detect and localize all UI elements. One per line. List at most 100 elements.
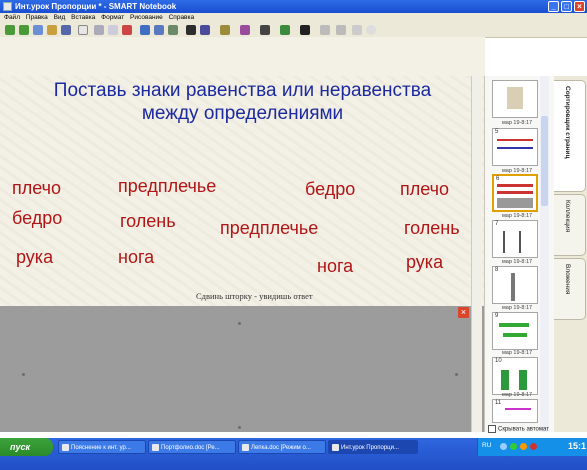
page-thumbnail[interactable]: 5 — [492, 128, 538, 166]
properties-icon[interactable] — [336, 25, 346, 35]
word-golen[interactable]: голень — [120, 211, 176, 231]
smart-notebook-app-icon — [3, 2, 12, 11]
start-button[interactable]: пуск — [0, 438, 53, 456]
volume-icon[interactable] — [530, 443, 537, 450]
fill-tool-icon[interactable] — [320, 25, 330, 35]
word-plecho[interactable]: плечо — [400, 179, 449, 199]
thumbnail-date: мар 19-8:17 — [502, 392, 533, 398]
start-label: пуск — [10, 442, 31, 452]
menu-format[interactable]: Формат — [101, 14, 124, 21]
creative-pen-icon[interactable] — [220, 25, 230, 35]
full-screen-icon[interactable] — [154, 25, 164, 35]
toolbar — [0, 23, 587, 38]
word-ruka[interactable]: рука — [406, 252, 443, 272]
minimize-button[interactable]: _ — [548, 1, 559, 12]
smart-board-icon[interactable] — [520, 443, 527, 450]
taskbar-item-active[interactable]: Инт.урок Пропорци... — [328, 440, 418, 454]
thumbnail-date: мар 19-8:17 — [502, 350, 533, 356]
shade-handle-left[interactable] — [22, 373, 25, 376]
menu-draw[interactable]: Рисование — [130, 14, 163, 21]
shade-close-button[interactable]: × — [458, 307, 469, 318]
menu-file[interactable]: Файл — [4, 14, 20, 21]
page-thumbnail[interactable]: 7 — [492, 220, 538, 258]
autohide-label: Скрывать автомат — [498, 426, 549, 433]
word-predplechye[interactable]: предплечье — [118, 176, 216, 196]
close-button[interactable]: × — [574, 1, 585, 12]
shade-handle-top[interactable] — [238, 322, 241, 325]
word-bedro[interactable]: бедро — [305, 179, 355, 199]
page-thumbnail[interactable]: 9 — [492, 312, 538, 350]
window-titlebar: Инт.урок Пропорции * - SMART Notebook _ … — [0, 0, 587, 13]
canvas-scrollbar[interactable] — [471, 76, 482, 432]
word-bedro[interactable]: бедро — [12, 208, 62, 228]
document-icon — [152, 444, 159, 451]
network-icon[interactable] — [500, 443, 507, 450]
smart-notebook-icon — [332, 444, 339, 451]
screen-shade[interactable] — [0, 306, 485, 432]
page-thumbnail-current[interactable]: 6 — [492, 174, 538, 212]
tab-page-sorter[interactable]: Сортировщик страниц — [554, 80, 586, 192]
capture-icon[interactable] — [168, 25, 178, 35]
taskbar-item[interactable]: Лепка.doc [Режим о... — [238, 440, 326, 454]
side-tabs: Сортировщик страниц Коллекция Вложения — [554, 76, 587, 432]
page-thumbnail[interactable]: 11 — [492, 399, 538, 423]
word-golen[interactable]: голень — [404, 218, 460, 238]
window-title: Инт.урок Пропорции * - SMART Notebook — [15, 2, 177, 11]
delete-icon[interactable] — [122, 25, 132, 35]
menu-view[interactable]: Вид — [54, 14, 66, 21]
save-icon[interactable] — [61, 25, 71, 35]
page-sorter-scrollbar[interactable] — [540, 76, 549, 432]
tab-label: Коллекция — [564, 200, 571, 233]
screen-shade-icon[interactable] — [140, 25, 150, 35]
shade-handle-bottom[interactable] — [238, 426, 241, 429]
eraser-icon[interactable] — [240, 25, 250, 35]
menu-insert[interactable]: Вставка — [71, 14, 95, 21]
word-ruka[interactable]: рука — [16, 247, 53, 267]
thumbnail-number: 10 — [495, 358, 502, 364]
antivirus-icon[interactable] — [510, 443, 517, 450]
thumbnail-number: 11 — [495, 400, 502, 406]
tab-attachments[interactable]: Вложения — [554, 258, 586, 320]
shape-tool-icon[interactable] — [280, 25, 290, 35]
language-indicator[interactable]: RU — [482, 442, 491, 449]
next-page-icon[interactable] — [19, 25, 29, 35]
shade-handle-right[interactable] — [455, 373, 458, 376]
pen-tool-icon[interactable] — [200, 25, 210, 35]
word-plecho[interactable]: плечо — [12, 178, 61, 198]
taskbar-item[interactable]: Портфолио.doc [Ре... — [148, 440, 236, 454]
document-icon — [242, 444, 249, 451]
taskbar-item[interactable]: Пояснение к инт. ур... — [58, 440, 146, 454]
heading-line-1: Поставь знаки равенства или неравенства — [53, 80, 432, 101]
document-icon — [62, 444, 69, 451]
undo-icon[interactable] — [94, 25, 104, 35]
table-icon[interactable] — [352, 25, 362, 35]
thumbnail-number: 5 — [495, 129, 499, 135]
add-page-icon[interactable] — [33, 25, 43, 35]
menu-help[interactable]: Справка — [169, 14, 195, 21]
scrollbar-thumb[interactable] — [541, 116, 548, 206]
autohide-option[interactable]: Скрывать автомат — [488, 425, 549, 433]
select-tool-icon[interactable] — [186, 25, 196, 35]
tab-gallery[interactable]: Коллекция — [554, 194, 586, 256]
thumbnail-number: 9 — [495, 313, 499, 319]
menu-bar: Файл Правка Вид Вставка Формат Рисование… — [0, 13, 587, 23]
more-tools-icon[interactable] — [366, 25, 376, 35]
menu-edit[interactable]: Правка — [26, 14, 48, 21]
autohide-checkbox[interactable] — [488, 425, 496, 433]
taskbar-item-label: Инт.урок Пропорци... — [341, 445, 399, 451]
maximize-button[interactable]: □ — [561, 1, 572, 12]
redo-icon[interactable] — [108, 25, 118, 35]
paste-icon[interactable] — [78, 25, 88, 35]
open-icon[interactable] — [47, 25, 57, 35]
page-thumbnail[interactable] — [492, 80, 538, 118]
thumbnail-number: 8 — [495, 267, 499, 273]
text-tool-icon[interactable] — [300, 25, 310, 35]
line-tool-icon[interactable] — [260, 25, 270, 35]
page-thumbnail[interactable]: 10 — [492, 357, 538, 395]
prev-page-icon[interactable] — [5, 25, 15, 35]
hint-text: Сдвинь шторку - увидишь ответ — [196, 291, 313, 301]
word-noga[interactable]: нога — [118, 247, 154, 267]
word-predplechye[interactable]: предплечье — [220, 218, 318, 238]
word-noga[interactable]: нога — [317, 256, 353, 276]
page-thumbnail[interactable]: 8 — [492, 266, 538, 304]
